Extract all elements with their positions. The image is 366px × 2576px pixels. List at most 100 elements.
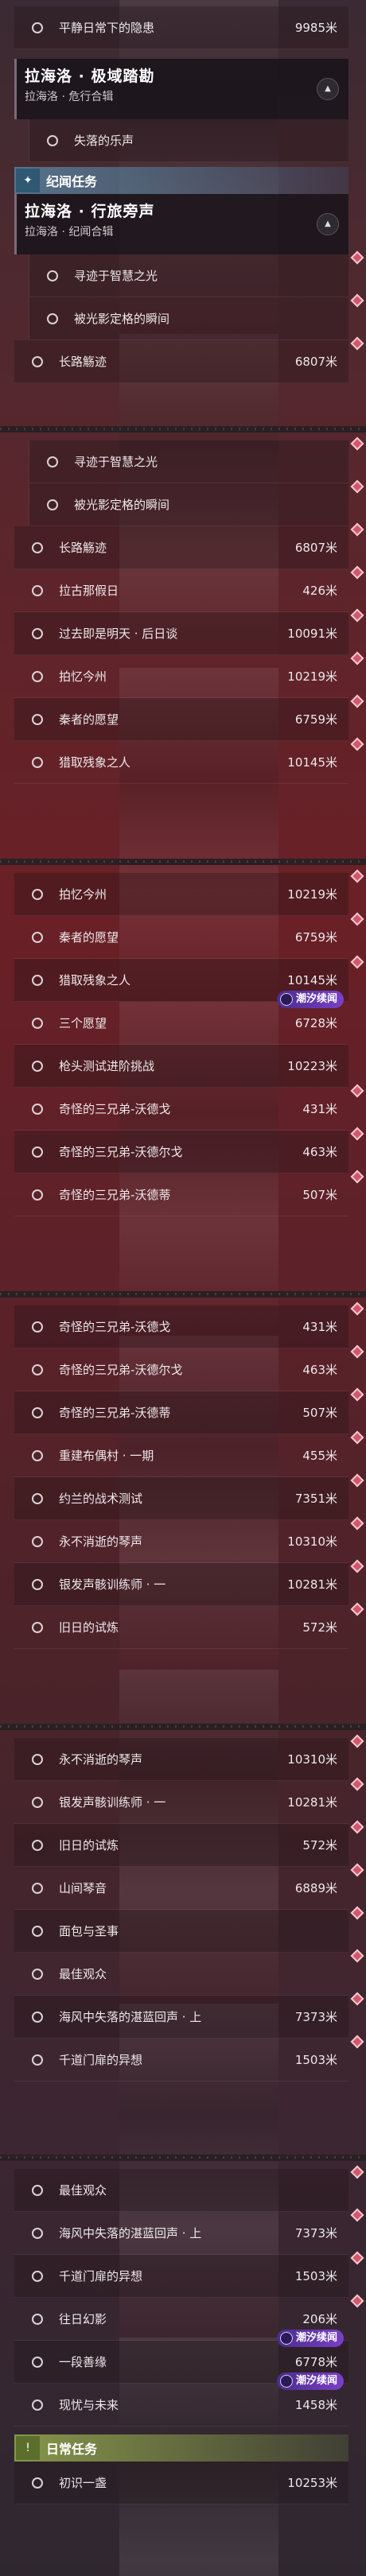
tracked-marker-icon — [350, 651, 364, 665]
quest-row[interactable]: 海风中失落的湛蓝回声 · 上 7373米 — [14, 2208, 364, 2255]
quest-row[interactable]: 最佳观众 — [14, 2165, 364, 2212]
quest-distance: 9985米 — [294, 21, 337, 35]
quest-row[interactable]: 奇怪的三兄弟-沃德尔戈 463米 — [14, 1127, 364, 1174]
quest-bullet-icon — [32, 1321, 43, 1333]
screenshot-segment-4: 奇怪的三兄弟-沃德戈 431米 奇怪的三兄弟-沃德尔戈 463米 奇怪的三兄弟-沃德… — [0, 1298, 366, 1724]
quest-row[interactable]: 最佳观众 — [14, 1949, 364, 1996]
quest-row[interactable]: 奇怪的三兄弟-沃德戈 431米 — [14, 1084, 364, 1131]
quest-bullet-icon — [32, 584, 43, 596]
quest-row[interactable]: 被光影定格的瞬间 — [29, 293, 364, 340]
quest-bullet-icon — [47, 312, 58, 324]
quest-row[interactable]: 千道门扉的异想 1503米 — [14, 2035, 364, 2081]
badge-label: 潮汐续闻 — [295, 2375, 337, 2387]
collapse-chevron-icon[interactable]: ▲ — [317, 78, 339, 100]
quest-distance: 6807米 — [294, 541, 337, 555]
quest-name: 初识一盏 — [59, 2476, 107, 2490]
quest-distance: 572米 — [302, 1838, 337, 1852]
quest-row[interactable]: 平静日常下的隐患 9985米 — [14, 6, 348, 49]
quest-row[interactable]: 秦者的愿望 6759米 — [14, 912, 364, 959]
quest-name: 重建布偶村 · 一期 — [59, 1449, 154, 1463]
quest-row[interactable]: 长路觞迹 6807米 — [14, 336, 364, 383]
quest-row[interactable]: 秦者的愿望 6759米 — [14, 694, 364, 741]
quest-bullet-icon — [32, 1839, 43, 1851]
quest-bullet-icon — [32, 888, 43, 900]
quest-row[interactable]: 奇怪的三兄弟-沃德蒂 507米 — [14, 1387, 364, 1434]
quest-name: 奇怪的三兄弟-沃德尔戈 — [59, 1145, 183, 1159]
quest-row[interactable]: 枪头测试进阶挑战 10223米 — [14, 1045, 348, 1088]
quest-name: 一段善缘 — [59, 2355, 107, 2369]
segment-divider — [0, 2155, 366, 2161]
quest-row[interactable]: 银发声骸训练师 · 一 10281米 — [14, 1777, 364, 1824]
quest-row[interactable]: 过去即是明天 · 后日谈 10091米 — [14, 608, 364, 655]
quest-row[interactable]: 旧日的试炼 572米 — [14, 1820, 364, 1867]
quest-distance: 1503米 — [294, 2269, 337, 2283]
quest-distance: 431米 — [302, 1320, 337, 1334]
quest-row[interactable]: 拍忆今州 10219米 — [14, 651, 364, 698]
tide-sequel-icon — [279, 993, 293, 1006]
quest-distance: 1458米 — [294, 2398, 337, 2412]
quest-row[interactable]: 长路觞迹 6807米 — [14, 522, 364, 569]
quest-row[interactable]: 奇怪的三兄弟-沃德尔戈 463米 — [14, 1344, 364, 1391]
quest-row[interactable]: 约兰的战术测试 7351米 — [14, 1473, 364, 1520]
quest-bullet-icon — [32, 1406, 43, 1418]
quest-name: 约兰的战术测试 — [59, 1492, 143, 1506]
quest-bullet-icon — [32, 1535, 43, 1547]
quest-row[interactable]: 永不消逝的琴声 10310米 — [14, 1516, 364, 1563]
tracked-marker-icon — [350, 1992, 364, 2006]
quest-row[interactable]: 失落的乐声 — [29, 119, 348, 162]
quest-row[interactable]: 猎取残象之人 10145米 — [14, 737, 364, 784]
quest-row[interactable]: 寻迹于智慧之光 — [29, 436, 364, 483]
quest-name: 旧日的试炼 — [59, 1838, 119, 1852]
quest-row[interactable]: 现忧与未来 1458米 潮汐续闻 — [14, 2372, 348, 2427]
quest-row[interactable]: 海风中失落的湛蓝回声 · 上 7373米 — [14, 1992, 364, 2039]
quest-row[interactable]: 拍忆今州 10219米 — [14, 869, 364, 916]
quest-name: 海风中失落的湛蓝回声 · 上 — [59, 2226, 202, 2240]
quest-distance: 6759米 — [294, 930, 337, 945]
quest-row[interactable]: 寻迹于智慧之光 — [29, 250, 364, 297]
quest-row[interactable]: 三个愿望 6728米 潮汐续闻 — [14, 991, 348, 1045]
quest-row[interactable]: 旧日的试炼 572米 — [14, 1602, 364, 1649]
quest-bullet-icon — [32, 931, 43, 943]
quest-bullet-icon — [32, 1578, 43, 1590]
quest-row[interactable]: 永不消逝的琴声 10310米 — [14, 1734, 364, 1781]
category-header: ✦ 纪闻任务 — [14, 167, 348, 194]
group-title: 拉海洛 · 极域踏勘 — [25, 68, 155, 85]
quest-name: 奇怪的三兄弟-沃德戈 — [59, 1320, 171, 1334]
tracked-marker-icon — [350, 1302, 364, 1316]
group-subtitle: 拉海洛 · 危行合辑 — [25, 91, 114, 103]
quest-group-header[interactable]: 拉海洛 · 行旅旁声 拉海洛 · 纪闻合辑 ▲ — [14, 194, 348, 254]
quest-name: 往日幻影 — [59, 2312, 107, 2326]
quest-distance: 10310米 — [287, 1534, 337, 1549]
tracked-marker-icon — [350, 955, 364, 969]
quest-bullet-icon — [32, 2356, 43, 2368]
category-label: 纪闻任务 — [46, 174, 98, 189]
quest-bullet-icon — [32, 713, 43, 725]
quest-name: 奇怪的三兄弟-沃德戈 — [59, 1102, 171, 1116]
tracked-marker-icon — [350, 1084, 364, 1098]
tracked-marker-icon — [350, 1602, 364, 1616]
quest-row[interactable]: 山间琴音 6889米 — [14, 1863, 364, 1910]
collapse-chevron-icon[interactable]: ▲ — [317, 213, 339, 235]
quest-distance: 7373米 — [294, 2010, 337, 2024]
quest-row[interactable]: 奇怪的三兄弟-沃德蒂 507米 — [14, 1170, 364, 1216]
quest-distance: 572米 — [302, 1620, 337, 1635]
quest-name: 长路觞迹 — [59, 355, 107, 369]
quest-row[interactable]: 银发声骸训练师 · 一 10281米 — [14, 1559, 364, 1606]
quest-group-header[interactable]: 拉海洛 · 极域踏勘 拉海洛 · 危行合辑 ▲ — [14, 59, 348, 119]
quest-name: 最佳观众 — [59, 1967, 107, 1981]
quest-row[interactable]: 被光影定格的瞬间 — [29, 479, 364, 526]
quest-row[interactable]: 初识一盏 10253米 — [14, 2462, 348, 2504]
quest-name: 山间琴音 — [59, 1881, 107, 1895]
quest-name: 秦者的愿望 — [59, 930, 119, 945]
tracked-marker-icon — [350, 608, 364, 623]
quest-row[interactable]: 奇怪的三兄弟-沃德戈 431米 — [14, 1302, 364, 1348]
quest-name: 三个愿望 — [59, 1016, 107, 1030]
quest-row[interactable]: 千道门扉的异想 1503米 — [14, 2251, 364, 2298]
tracked-marker-icon — [350, 2251, 364, 2265]
quest-row[interactable]: 拉古那假日 426米 — [14, 565, 364, 612]
quest-name: 永不消逝的琴声 — [59, 1752, 143, 1767]
quest-row[interactable]: 面包与圣事 — [14, 1906, 364, 1953]
quest-row[interactable]: 重建布偶村 · 一期 455米 — [14, 1430, 364, 1477]
tracked-marker-icon — [350, 1559, 364, 1573]
badge-label: 潮汐续闻 — [295, 2332, 337, 2344]
